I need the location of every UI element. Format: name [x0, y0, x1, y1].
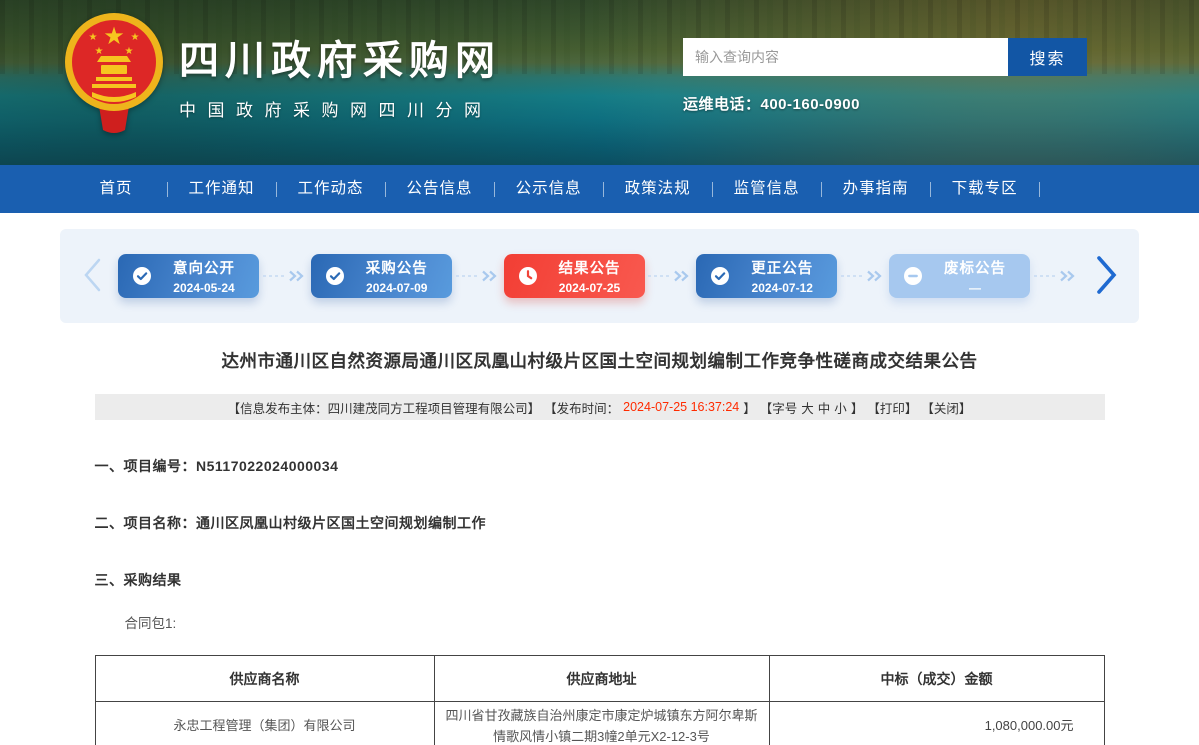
svg-text:★: ★ [103, 23, 125, 50]
svg-text:★: ★ [125, 46, 134, 57]
publish-time-prefix: 【发布时间： [544, 398, 619, 417]
step-label: 意向公开 [163, 257, 245, 278]
column-header-supplier-address: 供应商地址 [434, 656, 769, 702]
site-subtitle: 中国政府采购网四川分网 [179, 96, 501, 121]
main-nav: 首页 工作通知 工作动态 公告信息 公示信息 政策法规 监管信息 办事指南 下载… [0, 165, 1199, 213]
publisher-text: 【信息发布主体：四川建茂同方工程项目管理有限公司】 [228, 398, 541, 417]
award-amount-cell: 1,080,000.00元 [769, 702, 1104, 745]
supplier-address-cell: 四川省甘孜藏族自治州康定市康定炉城镇东方阿尔卑斯情歌风情小镇二期3幢2单元X2-… [434, 702, 769, 745]
site-title: 四川政府采购网 [179, 28, 501, 86]
nav-item-announcement-info[interactable]: 公告信息 [386, 165, 494, 213]
nav-item-service-guide[interactable]: 办事指南 [822, 165, 930, 213]
step-label: 结果公告 [549, 257, 631, 278]
print-button[interactable]: 【打印】 [867, 398, 917, 417]
step-date: — [934, 281, 1016, 295]
hotline-text: 运维电话：400-160-0900 [683, 93, 1103, 114]
project-number-line: 一、项目编号：N5117022024000034 [95, 456, 1105, 476]
announcement-article: 达州市通川区自然资源局通川区凤凰山村级片区国土空间规划编制工作竞争性磋商成交结果… [95, 348, 1105, 745]
timeline-step-procurement[interactable]: 采购公告 2024-07-09 [311, 254, 452, 298]
timeline-step-correction[interactable]: 更正公告 2024-07-12 [696, 254, 837, 298]
check-circle-icon [710, 266, 730, 286]
fontsize-label: 【字号 [760, 398, 798, 417]
publish-time-suffix: 】 [743, 398, 756, 417]
page-title: 达州市通川区自然资源局通川区凤凰山村级片区国土空间规划编制工作竞争性磋商成交结果… [95, 348, 1105, 373]
timeline-step-result[interactable]: 结果公告 2024-07-25 [504, 254, 645, 298]
minus-circle-icon [903, 266, 923, 286]
fontsize-small-button[interactable]: 小 [834, 398, 847, 417]
chevron-right-icon [1093, 253, 1119, 300]
svg-text:★: ★ [89, 32, 98, 43]
nav-divider [1039, 182, 1040, 197]
step-label: 废标公告 [934, 257, 1016, 278]
site-header: ★ ★ ★ ★ ★ 四川政府采购网 中国政府采购网四川分网 [0, 0, 1199, 165]
timeline-arrow-icon [262, 270, 308, 282]
nav-item-policy[interactable]: 政策法规 [604, 165, 712, 213]
nav-item-publicity-info[interactable]: 公示信息 [495, 165, 603, 213]
chevron-left-icon [80, 255, 104, 298]
meta-bar: 【信息发布主体：四川建茂同方工程项目管理有限公司】 【发布时间： 2024-07… [95, 394, 1105, 420]
timeline-arrow-icon [1033, 270, 1079, 282]
step-date: 2024-07-09 [356, 281, 438, 295]
timeline-prev-button[interactable] [74, 255, 110, 298]
timeline-next-button[interactable] [1087, 253, 1125, 300]
contract-package-label: 合同包1: [125, 612, 1105, 632]
step-label: 更正公告 [741, 257, 823, 278]
timeline-step-cancelled-bid[interactable]: 废标公告 — [889, 254, 1030, 298]
search-button[interactable]: 搜索 [1008, 38, 1087, 76]
column-header-supplier-name: 供应商名称 [95, 656, 434, 702]
fontsize-label-close: 】 [851, 398, 864, 417]
nav-item-supervision[interactable]: 监管信息 [713, 165, 821, 213]
page: ★ ★ ★ ★ ★ 四川政府采购网 中国政府采购网四川分网 [0, 0, 1199, 745]
fontsize-medium-button[interactable]: 中 [818, 398, 831, 417]
column-header-award-amount: 中标（成交）金额 [769, 656, 1104, 702]
timeline-step-intention[interactable]: 意向公开 2024-05-24 [118, 254, 259, 298]
process-timeline: 意向公开 2024-05-24 采购公告 2024-07-09 [0, 213, 1199, 323]
nav-item-download[interactable]: 下载专区 [931, 165, 1039, 213]
search-bar: 搜索 [683, 38, 1103, 76]
table-header-row: 供应商名称 供应商地址 中标（成交）金额 [95, 656, 1104, 702]
close-button[interactable]: 【关闭】 [921, 398, 971, 417]
timeline-arrow-icon [840, 270, 886, 282]
check-circle-icon [132, 266, 152, 286]
project-name-line: 二、项目名称：通川区凤凰山村级片区国土空间规划编制工作 [95, 513, 1105, 533]
check-circle-icon [325, 266, 345, 286]
step-date: 2024-07-25 [549, 281, 631, 295]
timeline-arrow-icon [647, 270, 693, 282]
nav-item-home[interactable]: 首页 [100, 165, 167, 213]
clock-icon [518, 266, 538, 286]
step-date: 2024-05-24 [163, 281, 245, 295]
svg-text:★: ★ [131, 32, 140, 43]
result-heading-line: 三、采购结果 [95, 570, 1105, 590]
fontsize-large-button[interactable]: 大 [801, 398, 814, 417]
nav-item-work-news[interactable]: 工作动态 [277, 165, 385, 213]
timeline-arrow-icon [455, 270, 501, 282]
step-date: 2024-07-12 [741, 281, 823, 295]
step-label: 采购公告 [356, 257, 438, 278]
table-row: 永忠工程管理（集团）有限公司 四川省甘孜藏族自治州康定市康定炉城镇东方阿尔卑斯情… [95, 702, 1104, 745]
brand-text: 四川政府采购网 中国政府采购网四川分网 [179, 28, 501, 121]
publish-time-value: 2024-07-25 16:37:24 [623, 400, 739, 414]
nav-item-work-notice[interactable]: 工作通知 [168, 165, 276, 213]
result-table: 供应商名称 供应商地址 中标（成交）金额 永忠工程管理（集团）有限公司 四川省甘… [95, 655, 1105, 745]
national-emblem-logo: ★ ★ ★ ★ ★ [63, 10, 165, 138]
svg-text:★: ★ [95, 46, 104, 57]
brand: ★ ★ ★ ★ ★ 四川政府采购网 中国政府采购网四川分网 [63, 10, 501, 138]
supplier-name-cell: 永忠工程管理（集团）有限公司 [95, 702, 434, 745]
search-input[interactable] [683, 38, 1008, 76]
